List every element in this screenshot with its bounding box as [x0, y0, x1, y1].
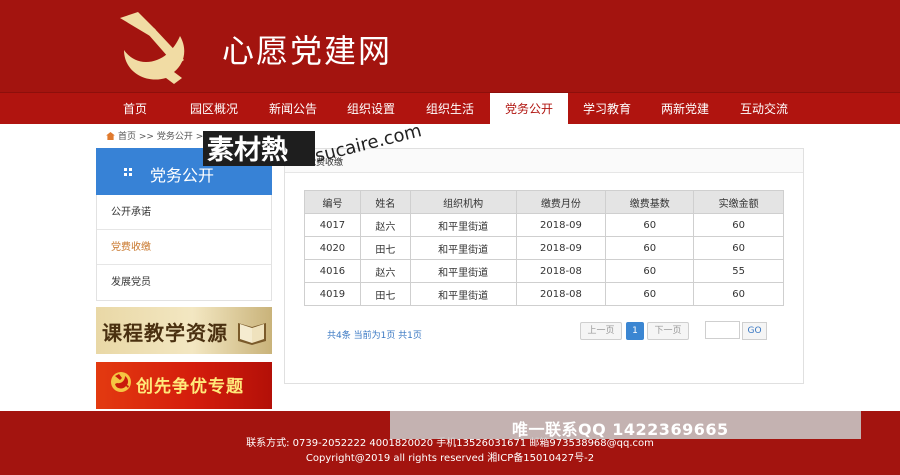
table-header-row: 编号 姓名 组织机构 缴费月份 缴费基数 实缴金额: [304, 190, 784, 214]
sidebar-item-members[interactable]: 发展党员: [97, 265, 271, 300]
prev-page-button[interactable]: 上一页: [580, 322, 622, 340]
course-resources-banner[interactable]: 课程教学资源: [96, 307, 272, 354]
table-cell: 4019: [304, 282, 361, 306]
table-row: 4020 田七 和平里街道 2018-09 60 60: [304, 236, 784, 260]
qq-watermark-bar: 唯一联系QQ 1422369665: [390, 411, 861, 439]
breadcrumb: 首页 >> 党务公开 >>: [106, 129, 211, 142]
table-cell: 4020: [304, 236, 361, 260]
table-row: 4019 田七 和平里街道 2018-08 60 60: [304, 282, 784, 306]
page-number-button[interactable]: 1: [626, 322, 644, 340]
banner-label: 课程教学资源: [102, 321, 228, 345]
table-cell: 和平里街道: [409, 236, 517, 260]
site-header: 心愿党建网: [0, 0, 900, 92]
table-cell: 2018-08: [515, 259, 607, 283]
nav-item-interaction[interactable]: 互动交流: [724, 93, 804, 125]
go-button[interactable]: GO: [742, 322, 767, 340]
nav-item-organization[interactable]: 组织设置: [332, 93, 410, 125]
nav-item-new-party[interactable]: 两新党建: [646, 93, 724, 125]
table-cell: 60: [605, 259, 695, 283]
table-cell: 田七: [359, 282, 411, 306]
grid-icon: [124, 168, 132, 176]
nav-item-org-life[interactable]: 组织生活: [410, 93, 490, 125]
column-header: 姓名: [359, 190, 411, 214]
table-cell: 田七: [359, 236, 411, 260]
table-cell: 60: [605, 213, 695, 237]
table-cell: 60: [605, 282, 695, 306]
breadcrumb-current[interactable]: 党务公开: [157, 132, 193, 142]
column-header: 编号: [304, 190, 361, 214]
table-cell: 4017: [304, 213, 361, 237]
table-cell: 和平里街道: [409, 282, 517, 306]
party-emblem-icon: [111, 372, 131, 392]
table-cell: 60: [605, 236, 695, 260]
table-cell: 60: [693, 282, 784, 306]
table-cell: 4016: [304, 259, 361, 283]
dues-table: 编号 姓名 组织机构 缴费月份 缴费基数 实缴金额 4017 赵六 和平里街道 …: [304, 190, 784, 306]
table-cell: 和平里街道: [409, 259, 517, 283]
sidebar-item-dues[interactable]: 党费收缴: [97, 230, 271, 265]
table-cell: 2018-09: [515, 213, 607, 237]
footer-copyright: Copyright@2019 all rights reserved 湘ICP备…: [305, 453, 595, 464]
column-header: 缴费基数: [605, 190, 695, 214]
column-header: 实缴金额: [693, 190, 784, 214]
sidebar-item-commitment[interactable]: 公开承诺: [97, 195, 271, 230]
page-jump-input[interactable]: [705, 321, 740, 339]
hammer-sickle-logo-icon[interactable]: [110, 10, 190, 86]
table-cell: 60: [693, 213, 784, 237]
next-page-button[interactable]: 下一页: [647, 322, 689, 340]
table-row: 4016 赵六 和平里街道 2018-08 60 55: [304, 259, 784, 283]
nav-item-party-affairs[interactable]: 党务公开: [490, 93, 568, 125]
nav-item-park-overview[interactable]: 园区概况: [174, 93, 254, 125]
nav-item-news[interactable]: 新闻公告: [254, 93, 332, 125]
nav-item-study[interactable]: 学习教育: [568, 93, 646, 125]
table-cell: 2018-08: [515, 282, 607, 306]
main-nav: 首页 园区概况 新闻公告 组织设置 组织生活 党务公开 学习教育 两新党建 互动…: [0, 92, 900, 125]
nav-item-home[interactable]: 首页: [96, 93, 174, 125]
excellence-topic-banner[interactable]: 创先争优专题: [96, 362, 272, 409]
column-header: 组织机构: [409, 190, 517, 214]
qq-watermark-text: 唯一联系QQ 1422369665: [512, 420, 729, 439]
table-cell: 2018-09: [515, 236, 607, 260]
banner-label: 创先争优专题: [136, 377, 244, 397]
site-title[interactable]: 心愿党建网: [222, 26, 392, 72]
table-cell: 和平里街道: [409, 213, 517, 237]
home-icon: [106, 132, 115, 140]
table-cell: 赵六: [359, 259, 411, 283]
table-cell: 55: [693, 259, 784, 283]
sidebar-menu: 公开承诺 党费收缴 发展党员: [96, 195, 272, 301]
pager-info: 共4条 当前为1页 共1页: [327, 331, 422, 341]
table-cell: 赵六: [359, 213, 411, 237]
breadcrumb-home[interactable]: 首页: [118, 132, 136, 142]
book-icon: [238, 323, 266, 345]
breadcrumb-separator: >>: [138, 132, 154, 142]
table-row: 4017 赵六 和平里街道 2018-09 60 60: [304, 213, 784, 237]
table-cell: 60: [693, 236, 784, 260]
watermark-logo-text: 素材熱: [207, 135, 288, 166]
column-header: 缴费月份: [515, 190, 607, 214]
